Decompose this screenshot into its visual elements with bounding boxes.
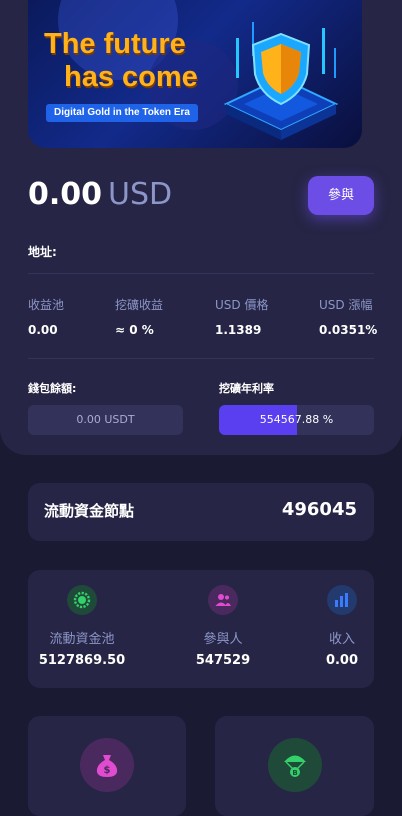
pool-stats-card: 流動資金池 參與人 收入 5127869.50 547529 0.00 [28, 570, 374, 688]
bottom-card-left[interactable]: $ [28, 716, 186, 816]
banner-title-line1: The future [44, 28, 186, 60]
stat-value-pool: 0.00 [28, 323, 58, 337]
bottom-card-right[interactable]: B [215, 716, 374, 816]
shield-illustration-icon [223, 22, 339, 140]
promo-banner[interactable]: The future has come Digital Gold in the … [28, 0, 362, 148]
balance-display: 0.00 USD [28, 176, 172, 214]
join-button[interactable]: 參與 [308, 176, 374, 215]
stat-value-mining-income: ≈ 0 % [115, 323, 154, 337]
balance-amount: 0.00 [28, 177, 103, 212]
pool-stat-value-liquidity: 5127869.50 [38, 653, 126, 668]
divider [28, 273, 374, 274]
pool-stat-value-participants: 547529 [195, 653, 251, 668]
stat-label-mining-income: 挖礦收益 [115, 298, 164, 312]
pool-stat-label-participants: 參與人 [203, 632, 243, 647]
pool-stat-label-liquidity: 流動資金池 [49, 632, 115, 647]
stat-value-usd-change: 0.0351% [319, 323, 378, 337]
node-card-title: 流動資金節點 [44, 502, 135, 520]
stat-label-usd-change: USD 漲幅 [319, 298, 373, 312]
stat-value-usd-price: 1.1389 [215, 323, 262, 337]
stat-label-usd-price: USD 價格 [215, 298, 269, 312]
users-icon [208, 585, 238, 615]
pool-stat-label-income: 收入 [328, 632, 355, 647]
node-card-count: 496045 [281, 499, 357, 520]
mining-rate-bar: 554567.88 % [219, 405, 374, 435]
svg-text:B: B [292, 769, 297, 777]
address-label: 地址: [28, 245, 57, 259]
divider [28, 358, 374, 359]
stat-label-pool: 收益池 [28, 298, 65, 312]
balance-unit: USD [108, 177, 173, 212]
wallet-balance-value: 0.00 USDT [28, 405, 183, 435]
mining-rate-label: 挖礦年利率 [219, 382, 274, 395]
parachute-coin-icon: B [268, 738, 322, 792]
liquidity-node-card: 流動資金節點 496045 [28, 483, 374, 541]
wallet-balance-label: 錢包餘額: [28, 382, 77, 395]
gear-coin-icon [67, 585, 97, 615]
banner-subtitle: Digital Gold in the Token Era [46, 104, 198, 122]
money-bag-icon: $ [80, 738, 134, 792]
bar-chart-icon [327, 585, 357, 615]
svg-text:$: $ [104, 765, 111, 776]
pool-stat-value-income: 0.00 [325, 653, 359, 668]
mining-rate-value: 554567.88 % [259, 413, 334, 426]
